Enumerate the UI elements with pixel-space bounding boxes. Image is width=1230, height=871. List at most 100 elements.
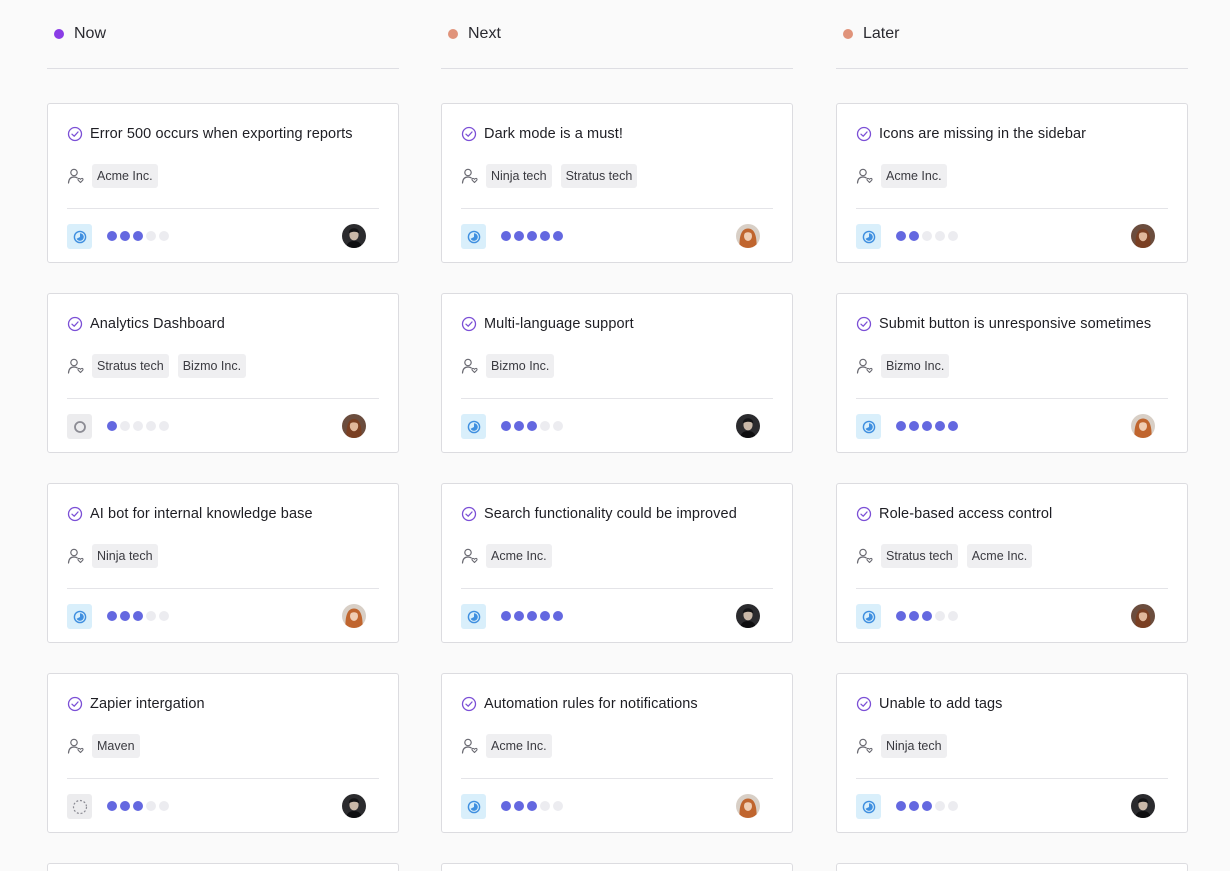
card-title[interactable]: Analytics Dashboard [90,316,225,332]
priority-dot [133,421,143,431]
avatar[interactable] [736,224,760,248]
priority-indicator[interactable] [501,611,566,621]
priority-indicator[interactable] [896,231,961,241]
status-icon[interactable] [461,794,486,819]
column-status-dot [54,28,64,39]
avatar[interactable] [342,604,366,628]
customer-tag[interactable]: Acme Inc. [486,544,552,568]
check-circle-icon[interactable] [67,506,83,522]
card-title[interactable]: Error 500 occurs when exporting reports [90,126,353,142]
customer-tag[interactable]: Ninja tech [92,544,158,568]
priority-indicator[interactable] [107,801,172,811]
column-header[interactable]: Later [836,0,1188,69]
check-circle-icon[interactable] [856,316,872,332]
check-circle-icon[interactable] [461,506,477,522]
avatar[interactable] [1131,414,1155,438]
card-title[interactable]: Search functionality could be improved [484,506,737,522]
customer-tag[interactable]: Stratus tech [560,164,638,188]
avatar[interactable] [342,224,366,248]
column-header[interactable]: Now [47,0,399,69]
status-icon[interactable] [856,224,881,249]
avatar[interactable] [342,414,366,438]
priority-indicator[interactable] [501,801,566,811]
customer-tag[interactable]: Maven [92,734,140,758]
roadmap-card[interactable]: Automation rules for notifications Acme … [441,673,793,833]
card-title[interactable]: Icons are missing in the sidebar [879,126,1086,142]
avatar[interactable] [736,604,760,628]
status-icon[interactable] [67,604,92,629]
roadmap-card[interactable]: Error 500 occurs when exporting reports … [47,103,399,263]
avatar[interactable] [1131,224,1155,248]
customer-tag[interactable]: Acme Inc. [486,734,552,758]
card-title-row: Unable to add tags [856,693,1003,715]
check-circle-icon[interactable] [461,316,477,332]
priority-indicator[interactable] [896,611,961,621]
priority-indicator[interactable] [501,421,566,431]
column-title: Now [74,24,107,42]
status-icon[interactable] [856,794,881,819]
card-title[interactable]: Zapier intergation [90,696,205,712]
roadmap-card[interactable] [836,863,1188,871]
priority-indicator[interactable] [107,421,172,431]
roadmap-card[interactable]: Search functionality could be improved A… [441,483,793,643]
status-icon[interactable] [856,414,881,439]
check-circle-icon[interactable] [856,696,872,712]
roadmap-card[interactable]: AI bot for internal knowledge base Ninja… [47,483,399,643]
roadmap-card[interactable]: Unable to add tags Ninja tech [836,673,1188,833]
check-circle-icon[interactable] [67,126,83,142]
card-title[interactable]: Role-based access control [879,506,1052,522]
avatar[interactable] [736,414,760,438]
card-title[interactable]: Unable to add tags [879,696,1003,712]
customer-tag[interactable]: Acme Inc. [92,164,158,188]
priority-indicator[interactable] [896,421,961,431]
check-circle-icon[interactable] [461,696,477,712]
roadmap-card[interactable] [47,863,399,871]
status-icon[interactable] [461,224,486,249]
status-icon[interactable] [856,604,881,629]
status-icon[interactable] [67,224,92,249]
avatar[interactable] [736,794,760,818]
avatar[interactable] [342,794,366,818]
priority-indicator[interactable] [107,611,172,621]
card-title[interactable]: AI bot for internal knowledge base [90,506,313,522]
customer-tag[interactable]: Stratus tech [881,544,958,568]
roadmap-card[interactable]: Role-based access control Stratus tech Ac… [836,483,1188,643]
check-circle-icon[interactable] [461,126,477,142]
roadmap-card[interactable]: Submit button is unresponsive sometimes … [836,293,1188,453]
customer-tag[interactable]: Acme Inc. [966,544,1033,568]
customer-tag[interactable]: Ninja tech [486,164,552,188]
roadmap-card[interactable]: Zapier intergation Maven [47,673,399,833]
customer-tag[interactable]: Stratus tech [92,354,169,378]
roadmap-card[interactable] [441,863,793,871]
check-circle-icon[interactable] [856,506,872,522]
status-icon[interactable] [67,414,92,439]
roadmap-card[interactable]: Multi-language support Bizmo Inc. [441,293,793,453]
priority-indicator[interactable] [501,231,566,241]
check-circle-icon[interactable] [67,316,83,332]
avatar[interactable] [1131,604,1155,628]
card-title[interactable]: Submit button is unresponsive sometimes [879,316,1151,332]
avatar[interactable] [1131,794,1155,818]
check-circle-icon[interactable] [856,126,872,142]
column-header[interactable]: Next [441,0,793,69]
customer-tag[interactable]: Ninja tech [881,734,947,758]
roadmap-card[interactable]: Icons are missing in the sidebar Acme In… [836,103,1188,263]
priority-dot [146,611,156,621]
customer-tag[interactable]: Bizmo Inc. [486,354,555,378]
check-circle-icon[interactable] [67,696,83,712]
priority-indicator[interactable] [896,801,961,811]
card-title[interactable]: Dark mode is a must! [484,126,623,142]
customer-tag[interactable]: Bizmo Inc. [177,354,247,378]
status-icon[interactable] [461,414,486,439]
card-title[interactable]: Automation rules for notifications [484,696,698,712]
customer-tag[interactable]: Acme Inc. [881,164,947,188]
customer-tag[interactable]: Bizmo Inc. [881,354,950,378]
status-icon[interactable] [461,604,486,629]
priority-indicator[interactable] [107,231,172,241]
roadmap-card[interactable]: Dark mode is a must! Ninja tech Stratus t… [441,103,793,263]
priority-dot [527,421,537,431]
status-icon[interactable] [67,794,92,819]
card-title[interactable]: Multi-language support [484,316,634,332]
card-divider [856,208,1168,209]
roadmap-card[interactable]: Analytics Dashboard Stratus tech Bizmo In… [47,293,399,453]
